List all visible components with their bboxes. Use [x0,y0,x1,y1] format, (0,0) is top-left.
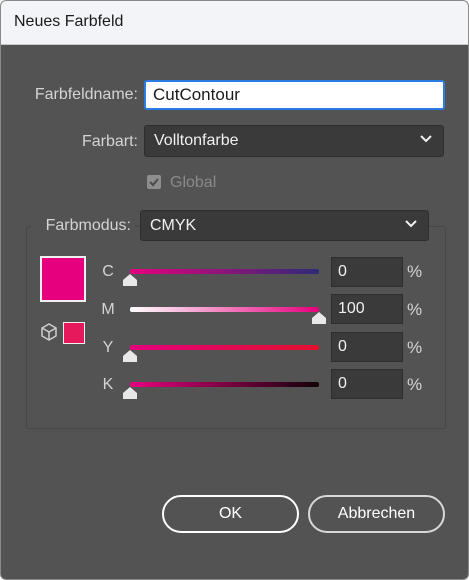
black-slider-track[interactable] [130,382,319,387]
cyan-slider-track[interactable] [130,269,319,274]
yellow-slider-thumb[interactable] [123,350,137,362]
channel-label-c: C [102,263,114,280]
color-type-select[interactable]: Volltonfarbe [144,125,444,157]
chevron-down-icon [405,220,417,228]
color-type-label: Farbart: [81,133,138,150]
out-of-web-gamut-cube-icon[interactable] [41,323,57,341]
global-label: Global [170,174,217,191]
black-slider-thumb[interactable] [123,387,137,399]
color-type-value: Volltonfarbe [154,132,239,149]
global-checkbox[interactable] [147,175,161,189]
title-bar: Neues Farbfeld [1,1,468,45]
ok-button[interactable]: OK [162,495,299,533]
black-unit: % [407,375,423,394]
channel-label-k: K [102,376,114,393]
magenta-slider-track[interactable] [130,307,319,312]
web-safe-color-swatch[interactable] [63,322,85,344]
color-mode-label: Farbmodus: [31,217,135,235]
cyan-slider-thumb[interactable] [123,274,137,286]
color-preview-swatch [40,256,86,302]
cyan-value-input[interactable]: 0 [331,257,403,287]
checkmark-icon [149,178,159,187]
black-value-input[interactable]: 0 [331,369,403,399]
new-swatch-dialog: Neues Farbfeld Farbfeldname: CutContour … [0,0,469,580]
magenta-slider-thumb[interactable] [312,312,326,324]
cyan-unit: % [407,262,423,281]
cancel-button[interactable]: Abbrechen [308,495,445,533]
magenta-value-input[interactable]: 100 [331,294,403,324]
chevron-down-icon [420,135,432,143]
yellow-value-input[interactable]: 0 [331,332,403,362]
magenta-unit: % [407,300,423,319]
swatch-name-label: Farbfeldname: [34,86,138,103]
yellow-unit: % [407,338,423,357]
dialog-title: Neues Farbfeld [14,13,124,30]
yellow-slider-track[interactable] [130,345,319,350]
swatch-name-input[interactable]: CutContour [144,80,445,110]
channel-label-y: Y [102,339,114,356]
color-mode-select[interactable]: CMYK [140,210,429,241]
channel-label-m: M [101,301,115,318]
color-mode-value: CMYK [150,217,197,234]
